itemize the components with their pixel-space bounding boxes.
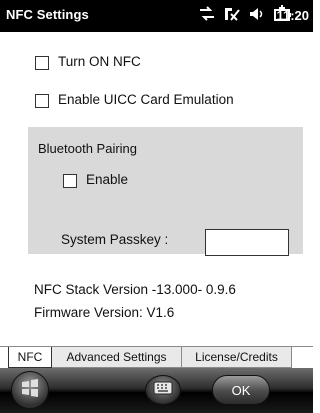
keyboard-icon	[153, 381, 173, 400]
start-button[interactable]	[11, 371, 49, 409]
nfc-stack-version: NFC Stack Version -13.000- 0.9.6	[34, 282, 236, 297]
tab-advanced-settings[interactable]: Advanced Settings	[52, 347, 182, 368]
bluetooth-pairing-heading: Bluetooth Pairing	[38, 141, 138, 156]
enable-uicc-label[interactable]: Enable UICC Card Emulation	[58, 92, 234, 107]
turn-on-nfc-label[interactable]: Turn ON NFC	[58, 54, 141, 69]
network-activity-icon[interactable]	[198, 5, 216, 27]
bottom-softkey-bar: OK	[0, 368, 313, 413]
tab-bar: NFC Advanced Settings License/Credits	[0, 346, 313, 369]
turn-on-nfc-checkbox[interactable]	[35, 56, 49, 70]
system-passkey-label: System Passkey :	[61, 232, 169, 247]
title-bar: NFC Settings 11:20	[0, 0, 313, 32]
ok-button[interactable]: OK	[212, 375, 270, 405]
bluetooth-enable-label[interactable]: Enable	[86, 172, 128, 187]
clock[interactable]: 11:20	[276, 8, 309, 23]
bluetooth-enable-checkbox[interactable]	[63, 174, 77, 188]
speaker-icon[interactable]	[248, 5, 266, 28]
window-title: NFC Settings	[6, 7, 89, 22]
tab-nfc[interactable]: NFC	[8, 347, 52, 368]
keyboard-button[interactable]	[145, 375, 181, 405]
windows-logo-icon	[19, 377, 41, 404]
system-passkey-input[interactable]	[205, 229, 289, 256]
signal-icon[interactable]	[223, 5, 241, 28]
tab-license-credits[interactable]: License/Credits	[182, 347, 292, 368]
firmware-version: Firmware Version: V1.6	[34, 305, 175, 320]
enable-uicc-checkbox[interactable]	[35, 94, 49, 108]
